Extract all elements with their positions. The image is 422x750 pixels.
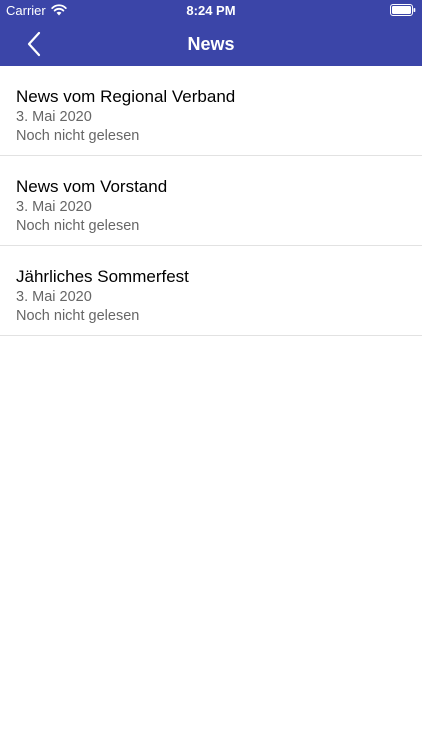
clock: 8:24 PM (186, 3, 236, 18)
news-date: 3. Mai 2020 (16, 199, 92, 215)
news-title: Jährliches Sommerfest (16, 267, 189, 286)
news-date: 3. Mai 2020 (16, 289, 92, 305)
news-list: News vom Regional Verband 3. Mai 2020 No… (0, 66, 422, 336)
news-title: News vom Regional Verband (16, 87, 236, 106)
status-bar: Carrier 8:24 PM (0, 0, 422, 21)
news-item[interactable]: News vom Regional Verband 3. Mai 2020 No… (0, 66, 422, 156)
navigation-bar: News (0, 21, 422, 66)
news-item[interactable]: News vom Vorstand 3. Mai 2020 Noch nicht… (0, 156, 422, 246)
news-read-status: Noch nicht gelesen (16, 308, 140, 324)
news-item[interactable]: Jährliches Sommerfest 3. Mai 2020 Noch n… (0, 246, 422, 336)
news-date: 3. Mai 2020 (16, 109, 92, 125)
news-read-status: Noch nicht gelesen (16, 218, 140, 234)
news-title: News vom Vorstand (16, 177, 168, 196)
news-read-status: Noch nicht gelesen (16, 128, 140, 144)
app-header: Carrier 8:24 PM News (0, 0, 422, 66)
battery-icon (390, 4, 416, 16)
page-title: News (187, 34, 235, 54)
